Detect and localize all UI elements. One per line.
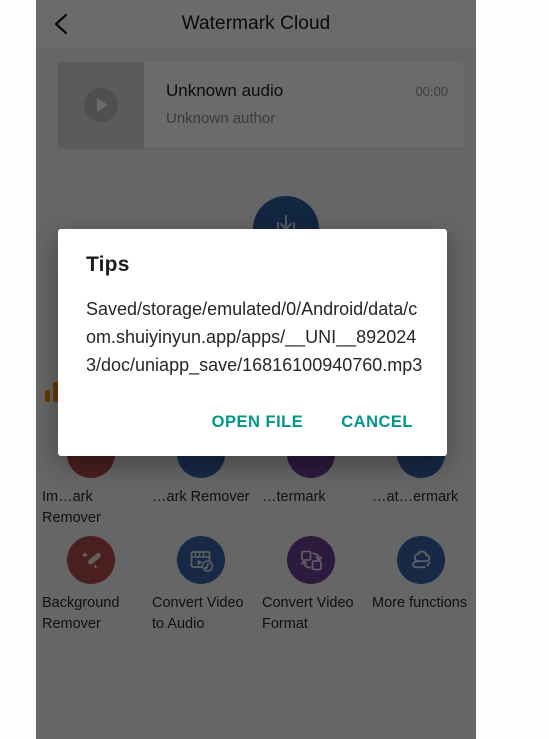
cancel-button[interactable]: CANCEL [331, 405, 423, 440]
dialog-actions: OPEN FILE CANCEL [86, 405, 423, 448]
open-file-button[interactable]: OPEN FILE [202, 405, 314, 440]
dialog-title: Tips [86, 253, 130, 276]
screen-root: Watermark Cloud Unknown audio Unknown au… [0, 0, 549, 739]
tips-dialog: Tips Saved/storage/emulated/0/Android/da… [58, 229, 447, 456]
dialog-message: Saved/storage/emulated/0/Android/data/co… [86, 299, 423, 375]
